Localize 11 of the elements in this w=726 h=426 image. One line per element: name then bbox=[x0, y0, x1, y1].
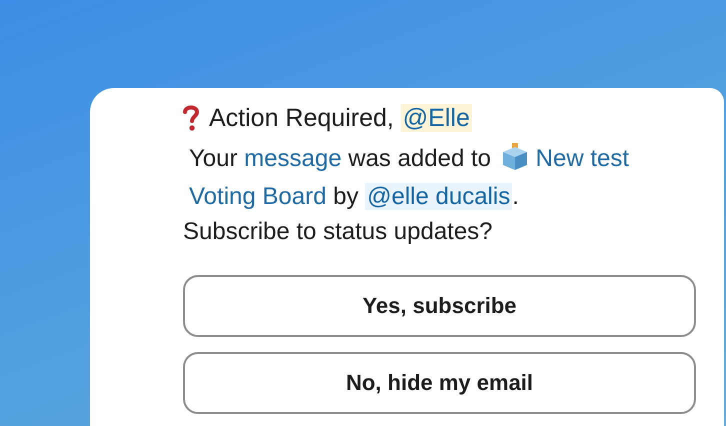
hide-email-button[interactable]: No, hide my email bbox=[183, 352, 696, 414]
question-mark-icon bbox=[183, 105, 199, 131]
question-text: Subscribe to status updates? bbox=[183, 217, 494, 247]
message-text: Your message was added to New test Voting Board by @elle ducalis. bbox=[183, 140, 696, 216]
board-link[interactable]: New test bbox=[536, 145, 630, 172]
subscribe-button[interactable]: Yes, subscribe bbox=[183, 275, 696, 337]
user-mention[interactable]: @elle ducalis bbox=[365, 183, 512, 210]
message-title: Action Required, @Elle bbox=[209, 104, 472, 132]
user-mention[interactable]: @Elle bbox=[400, 104, 472, 132]
board-link[interactable]: Voting Board bbox=[189, 183, 326, 210]
message-link[interactable]: message bbox=[244, 145, 342, 172]
